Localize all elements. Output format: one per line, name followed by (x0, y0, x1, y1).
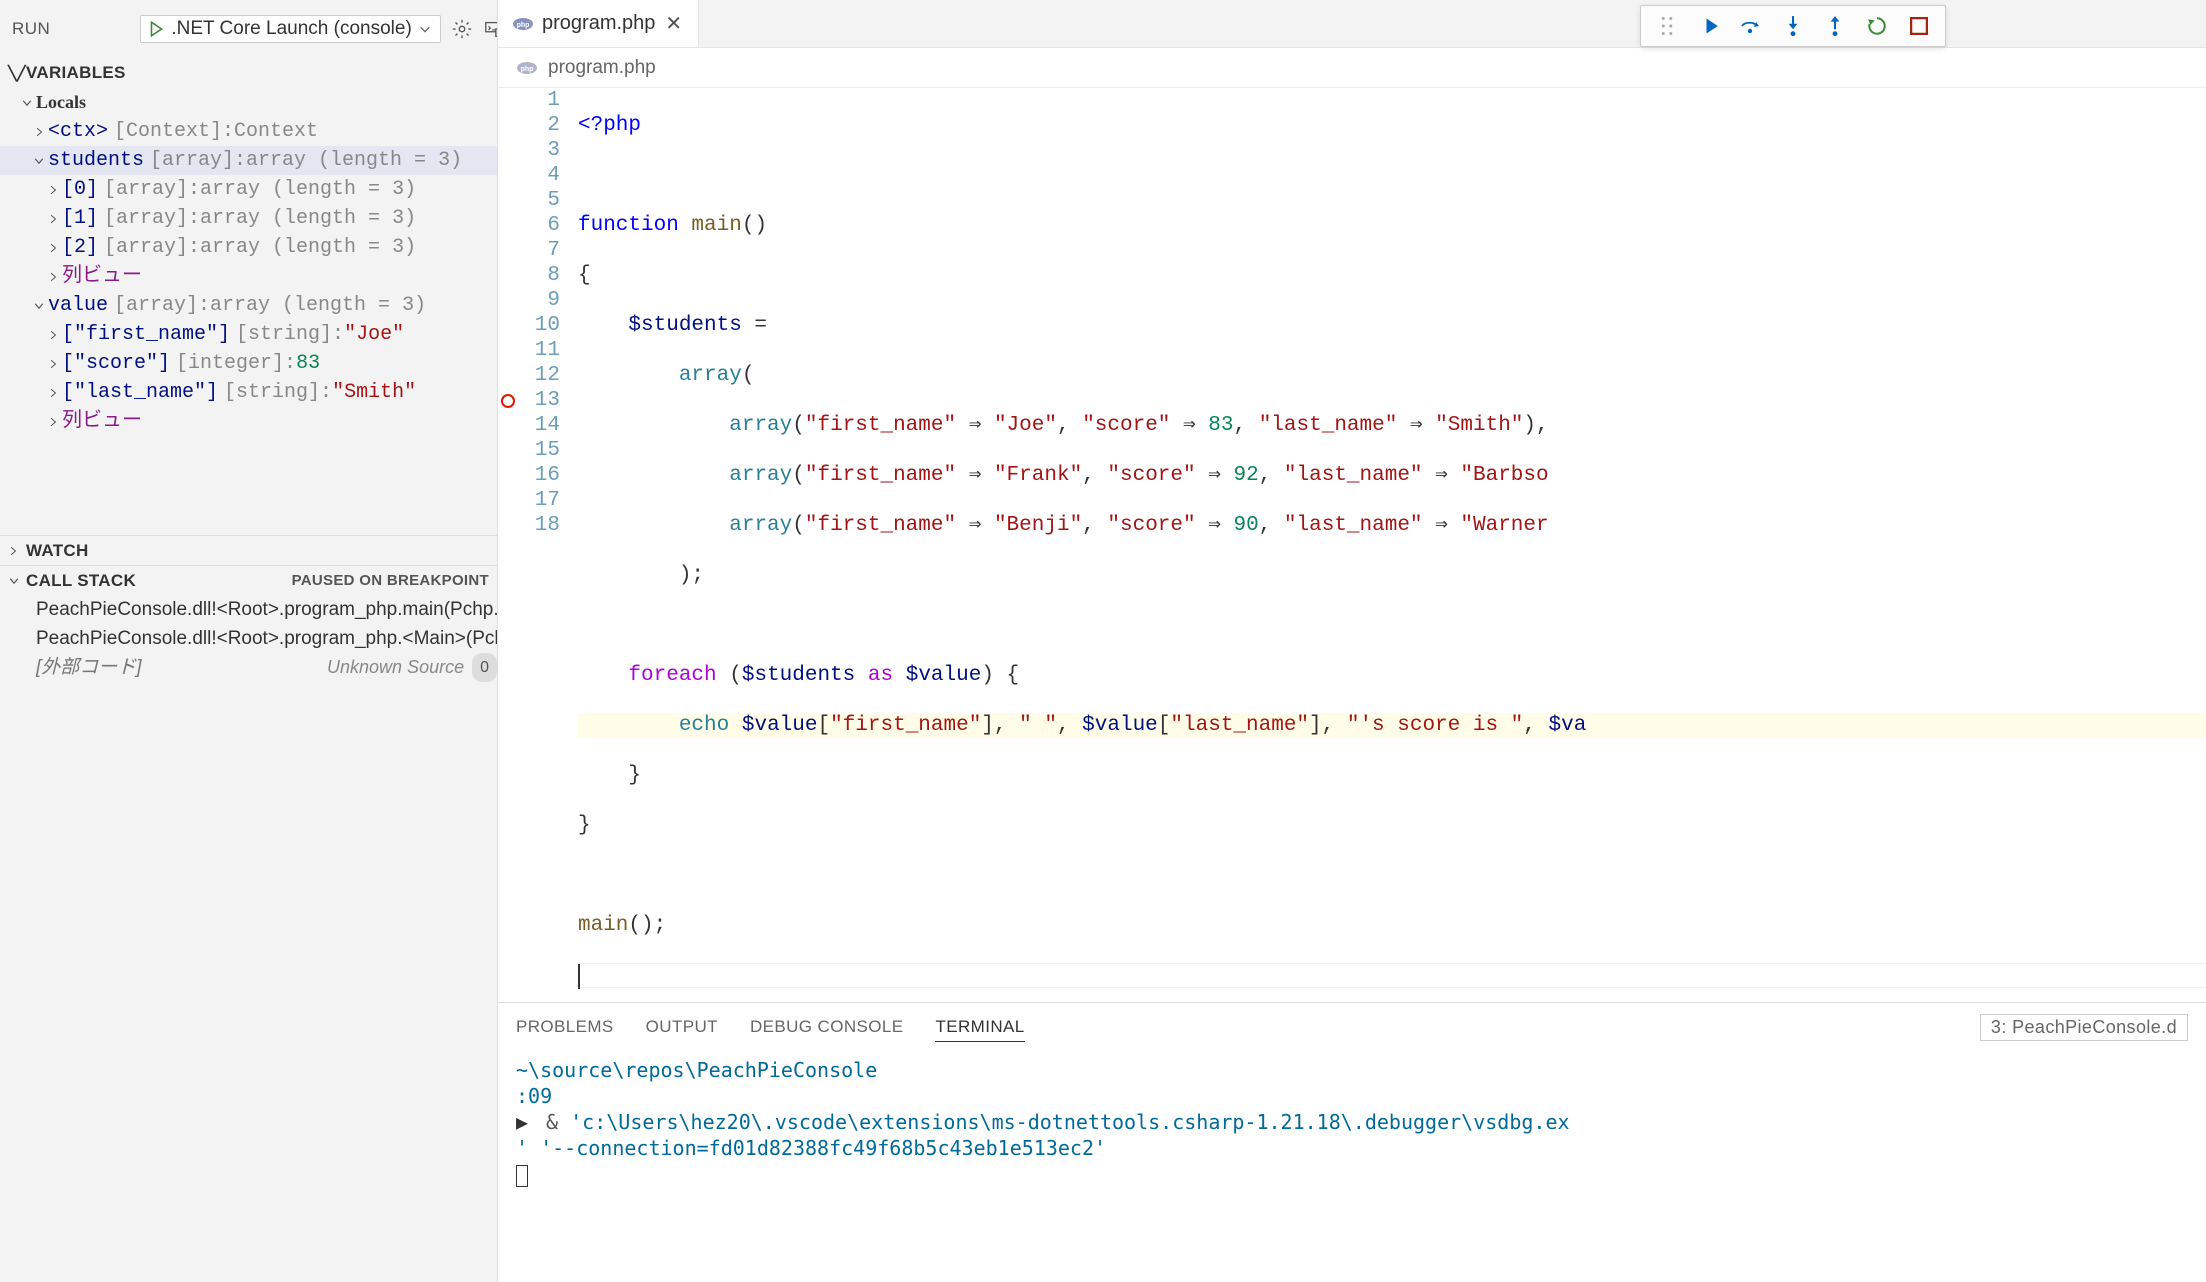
var-ctx[interactable]: <ctx> [Context]: Context (0, 117, 497, 146)
run-header: RUN .NET Core Launch (console) (0, 0, 497, 58)
php-file-icon: php (512, 16, 534, 32)
stack-frame-1[interactable]: PeachPieConsole.dll!<Root>.program_php.<… (36, 624, 497, 653)
launch-config-dropdown[interactable]: .NET Core Launch (console) (140, 15, 440, 43)
prompt-play-icon: ▶ (516, 1109, 534, 1135)
var-column-view-2[interactable]: 列ビュー (0, 407, 497, 436)
frame-count-badge: 0 (472, 653, 497, 682)
chevron-down-icon (8, 575, 26, 587)
callstack-title: CALL STACK (26, 571, 136, 591)
variables-title: VARIABLES (26, 63, 126, 83)
step-out-icon[interactable] (1819, 10, 1851, 42)
callstack-section-header[interactable]: CALL STACK PAUSED ON BREAKPOINT (0, 565, 497, 595)
tab-program-php[interactable]: php program.php ✕ (498, 0, 699, 47)
launch-config-label: .NET Core Launch (console) (171, 18, 411, 40)
watch-section-header[interactable]: WATCH (0, 535, 497, 565)
tab-debug-console[interactable]: DEBUG CONSOLE (750, 1013, 904, 1041)
chevron-down-icon (30, 155, 48, 167)
debug-sidebar: RUN .NET Core Launch (console) ╲╱ VARI (0, 0, 498, 1282)
editor-area: php program.php ✕ php program.php (498, 0, 2206, 1282)
var-first-name[interactable]: ["first_name"] [string]: "Joe" (0, 320, 497, 349)
breadcrumb-bar[interactable]: php program.php (498, 48, 2206, 88)
svg-text:php: php (521, 66, 534, 73)
var-students-0[interactable]: [0] [array]: array (length = 3) (0, 175, 497, 204)
tab-output[interactable]: OUTPUT (646, 1013, 718, 1041)
restart-icon[interactable] (1861, 10, 1893, 42)
var-students-2[interactable]: [2] [array]: array (length = 3) (0, 233, 497, 262)
callstack-status: PAUSED ON BREAKPOINT (292, 572, 489, 589)
var-students[interactable]: students [array]: array (length = 3) (0, 146, 497, 175)
chevron-right-icon (44, 329, 62, 341)
step-over-icon[interactable] (1735, 10, 1767, 42)
var-score[interactable]: ["score"] [integer]: 83 (0, 349, 497, 378)
unknown-source-label: Unknown Source (327, 653, 472, 682)
chevron-right-icon (44, 213, 62, 225)
stack-frame-0[interactable]: PeachPieConsole.dll!<Root>.program_php.m… (36, 595, 497, 624)
stop-icon[interactable] (1903, 10, 1935, 42)
grip-icon[interactable] (1651, 10, 1683, 42)
locals-scope[interactable]: Locals (0, 88, 497, 117)
breakpoint-icon[interactable] (501, 394, 515, 408)
chevron-right-icon (44, 242, 62, 254)
var-value[interactable]: value [array]: array (length = 3) (0, 291, 497, 320)
line-number-gutter: 1 2 3 4 5 6 7 8 9 10 11 12 13 14 15 16 1… (518, 88, 578, 1002)
variables-body: Locals <ctx> [Context]: Context students… (0, 88, 497, 436)
breadcrumb-file: program.php (548, 57, 656, 79)
chevron-right-icon (44, 358, 62, 370)
terminal-cursor (516, 1165, 528, 1187)
php-file-icon: php (516, 60, 538, 76)
gear-icon[interactable] (451, 14, 473, 44)
step-into-icon[interactable] (1777, 10, 1809, 42)
start-debug-icon[interactable] (147, 20, 165, 38)
chevron-down-icon: ╲╱ (8, 65, 26, 82)
close-tab-icon[interactable]: ✕ (663, 11, 684, 36)
chevron-right-icon (44, 271, 62, 283)
terminal-selector[interactable]: 3: PeachPieConsole.d (1980, 1014, 2188, 1041)
svg-text:php: php (517, 22, 530, 29)
debug-console-icon[interactable] (483, 14, 498, 44)
tab-problems[interactable]: PROBLEMS (516, 1013, 614, 1041)
chevron-down-icon (30, 300, 48, 312)
locals-label: Locals (36, 88, 86, 117)
chevron-right-icon (30, 126, 48, 138)
var-last-name[interactable]: ["last_name"] [string]: "Smith" (0, 378, 497, 407)
chevron-right-icon (44, 387, 62, 399)
chevron-down-icon[interactable] (418, 22, 432, 36)
tab-bar: php program.php ✕ (498, 0, 2206, 48)
panel-area: PROBLEMS OUTPUT DEBUG CONSOLE TERMINAL 3… (498, 1002, 2206, 1282)
debug-toolbar[interactable] (1640, 5, 1946, 47)
tab-terminal[interactable]: TERMINAL (935, 1013, 1024, 1042)
panel-tabs: PROBLEMS OUTPUT DEBUG CONSOLE TERMINAL 3… (498, 1003, 2206, 1051)
variables-section-header[interactable]: ╲╱ VARIABLES (0, 58, 497, 88)
chevron-down-icon (18, 97, 36, 109)
chevron-right-icon (44, 184, 62, 196)
var-column-view-1[interactable]: 列ビュー (0, 262, 497, 291)
run-label: RUN (12, 19, 50, 39)
code-editor[interactable]: 1 2 3 4 5 6 7 8 9 10 11 12 13 14 15 16 1… (498, 88, 2206, 1002)
callstack-body: PeachPieConsole.dll!<Root>.program_php.m… (0, 595, 497, 682)
tab-filename: program.php (542, 12, 655, 35)
watch-title: WATCH (26, 541, 89, 561)
terminal-body[interactable]: ~\source\repos\PeachPieConsole :09 ▶ & '… (498, 1051, 2206, 1282)
code-lines[interactable]: <?php function main() { $students = arra… (578, 88, 2206, 1002)
chevron-right-icon (8, 545, 26, 557)
breakpoint-gutter[interactable] (498, 88, 518, 1002)
stack-frame-external[interactable]: [外部コード] Unknown Source 0 (36, 653, 497, 682)
continue-icon[interactable] (1693, 10, 1725, 42)
var-students-1[interactable]: [1] [array]: array (length = 3) (0, 204, 497, 233)
chevron-right-icon (44, 416, 62, 428)
